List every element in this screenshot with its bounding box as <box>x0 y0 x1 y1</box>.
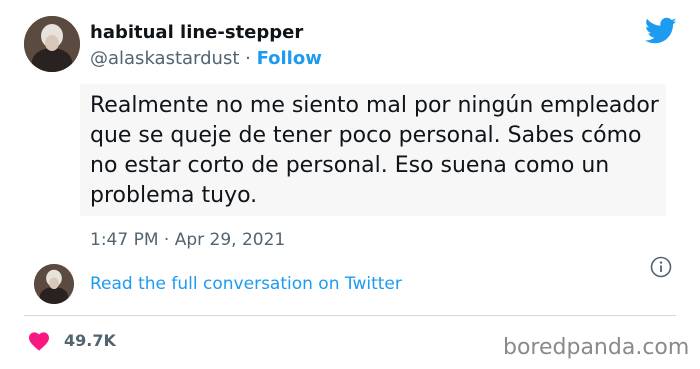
twitter-bird-icon[interactable] <box>644 17 677 45</box>
watermark: boredpanda.com <box>503 335 690 360</box>
avatar[interactable] <box>24 16 80 72</box>
user-info: habitual line-stepper @alaskastardust · … <box>90 21 322 71</box>
heart-icon[interactable] <box>28 331 50 351</box>
divider <box>24 315 676 316</box>
handle-line: @alaskastardust · Follow <box>90 47 322 71</box>
read-conversation-link[interactable]: Read the full conversation on Twitter <box>90 272 402 296</box>
tweet-text-box: Realmente no me siento mal por ningún em… <box>80 84 666 216</box>
user-handle[interactable]: @alaskastardust <box>90 48 239 69</box>
like-count[interactable]: 49.7K <box>64 329 116 353</box>
info-icon[interactable] <box>650 256 672 278</box>
display-name[interactable]: habitual line-stepper <box>90 21 322 45</box>
follow-link[interactable]: Follow <box>257 48 322 69</box>
handle-separator: · <box>239 48 257 69</box>
conversation-avatar[interactable] <box>34 264 74 304</box>
tweet-timestamp[interactable]: 1:47 PM · Apr 29, 2021 <box>90 228 285 252</box>
tweet-card: habitual line-stepper @alaskastardust · … <box>0 0 700 369</box>
tweet-text: Realmente no me siento mal por ningún em… <box>90 93 659 208</box>
